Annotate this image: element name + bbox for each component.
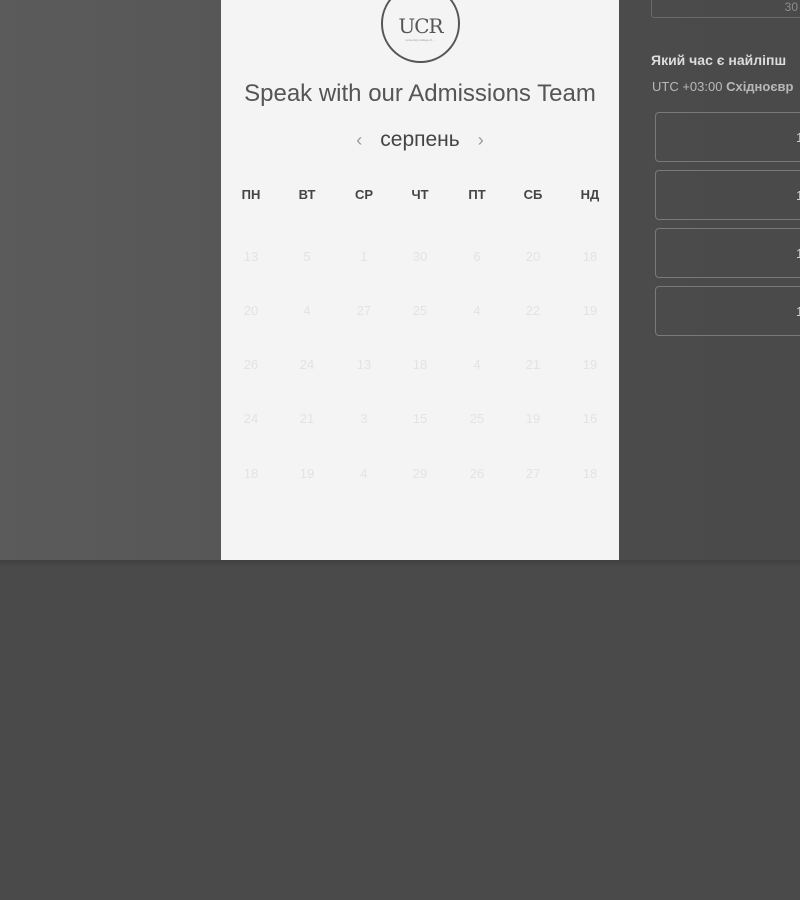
timezone-selector[interactable]: UTC +03:00 Східноєвр (652, 79, 793, 94)
calendar-day: 27 (356, 303, 372, 318)
calendar-day: 3 (360, 411, 368, 426)
duration-value: 30 (784, 0, 798, 14)
calendar-day: 4 (360, 466, 368, 481)
duration-field[interactable]: 30 (651, 0, 800, 18)
time-slot-button[interactable]: 1 (655, 112, 800, 162)
calendar-day: 24 (299, 357, 315, 372)
time-slot-label: 1 (796, 188, 800, 203)
chevron-left-icon[interactable]: ‹ (356, 128, 362, 152)
calendar-day: 22 (525, 303, 541, 318)
chevron-right-icon[interactable]: › (478, 128, 484, 152)
timezone-name: Східноєвр (726, 79, 794, 94)
weekday-fri: ПТ (468, 187, 486, 202)
month-navigation: ‹ серпень › (221, 127, 619, 153)
calendar-day: 19 (525, 411, 541, 426)
calendar-day: 16 (582, 411, 598, 426)
weekday-sun: НД (580, 187, 600, 202)
calendar-day: 5 (303, 249, 311, 264)
calendar-day: 26 (243, 357, 259, 372)
time-slot-label: 1 (796, 304, 800, 319)
time-slot-label: 1 (796, 246, 800, 261)
calendar-day: 24 (243, 411, 259, 426)
month-label: серпень (380, 128, 460, 151)
calendar-day: 27 (525, 466, 541, 481)
time-slot-button[interactable]: 1 (655, 170, 800, 220)
calendar-day: 13 (356, 357, 372, 372)
calendar-day: 30 (412, 249, 428, 264)
weekday-tue: ВТ (298, 187, 316, 202)
calendar-day: 21 (299, 411, 315, 426)
time-question-heading: Який час є найліпш (651, 52, 787, 68)
calendar-day: 25 (412, 303, 428, 318)
weekday-mon: ПН (241, 187, 261, 202)
weekday-sat: СБ (523, 187, 543, 202)
weekday-wed: СР (354, 187, 374, 202)
calendar-day: 20 (525, 249, 541, 264)
logo-text: UCR (398, 13, 443, 38)
calendar-day: 6 (473, 249, 481, 264)
time-selection-panel: 30 Який час є найліпш UTC +03:00 Східноє… (620, 0, 800, 560)
calendar-day: 18 (582, 249, 598, 264)
calendar-day: 25 (469, 411, 485, 426)
logo-tagline: university college of ... (405, 38, 436, 42)
calendar-day: 18 (582, 466, 598, 481)
weekday-thu: ЧТ (411, 187, 429, 202)
calendar-day: 4 (303, 303, 311, 318)
calendar-day: 19 (582, 303, 598, 318)
calendar-day: 19 (299, 466, 315, 481)
calendar-day: 18 (412, 357, 428, 372)
time-slot-button[interactable]: 1 (655, 286, 800, 336)
calendar-day: 4 (473, 357, 481, 372)
calendar-day: 21 (525, 357, 541, 372)
calendar-day: 20 (243, 303, 259, 318)
calendar-day: 26 (469, 466, 485, 481)
calendar-day: 13 (243, 249, 259, 264)
calendar-day: 1 (360, 249, 368, 264)
timezone-offset: UTC +03:00 (652, 79, 723, 94)
section-divider (0, 560, 800, 568)
page-title: Speak with our Admissions Team (244, 80, 596, 107)
calendar-day: 15 (412, 411, 428, 426)
time-slot-label: 1 (796, 130, 800, 145)
calendar-day: 4 (473, 303, 481, 318)
calendar-day: 29 (412, 466, 428, 481)
calendar-day: 18 (243, 466, 259, 481)
calendar-day: 19 (582, 357, 598, 372)
time-slot-button[interactable]: 1 (655, 228, 800, 278)
